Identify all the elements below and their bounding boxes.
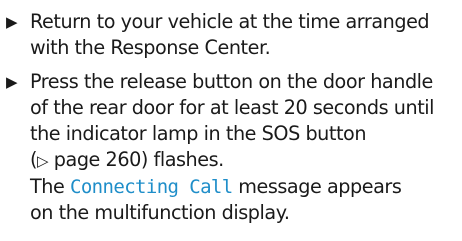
step-bullet-icon: ▶ — [6, 13, 18, 31]
page-ref-open: ( — [30, 148, 38, 171]
page-reference: (▷ page 260) flashes. — [30, 147, 458, 174]
step-2-last-line: on the multifunction display. — [30, 201, 290, 224]
message-line: The Connecting Call message appears — [30, 174, 458, 200]
step-2-line-3: the indicator lamp in the SOS button — [30, 122, 367, 145]
step-1-text: Return to your vehicle at the time arran… — [30, 9, 458, 61]
display-message-name: Connecting Call — [70, 176, 233, 198]
instruction-step-2: ▶ Press the release button on the door h… — [6, 69, 458, 226]
instruction-page: ▶ Return to your vehicle at the time arr… — [0, 0, 462, 241]
step-2-line-1: Press the release button on the door han… — [30, 70, 433, 93]
step-1-line-2: with the Response Center. — [30, 36, 271, 59]
step-2-text: Press the release button on the door han… — [30, 69, 458, 226]
page-ref-text: page 260) flashes. — [48, 148, 224, 171]
message-suffix: message appears — [232, 175, 402, 198]
page-ref-triangle-icon: ▷ — [37, 152, 49, 170]
step-bullet-icon: ▶ — [6, 73, 18, 91]
instruction-step-1: ▶ Return to your vehicle at the time arr… — [6, 9, 458, 61]
message-prefix: The — [30, 175, 70, 198]
step-2-line-2: of the rear door for at least 20 seconds… — [30, 96, 435, 119]
step-1-line-1: Return to your vehicle at the time arran… — [30, 10, 430, 33]
